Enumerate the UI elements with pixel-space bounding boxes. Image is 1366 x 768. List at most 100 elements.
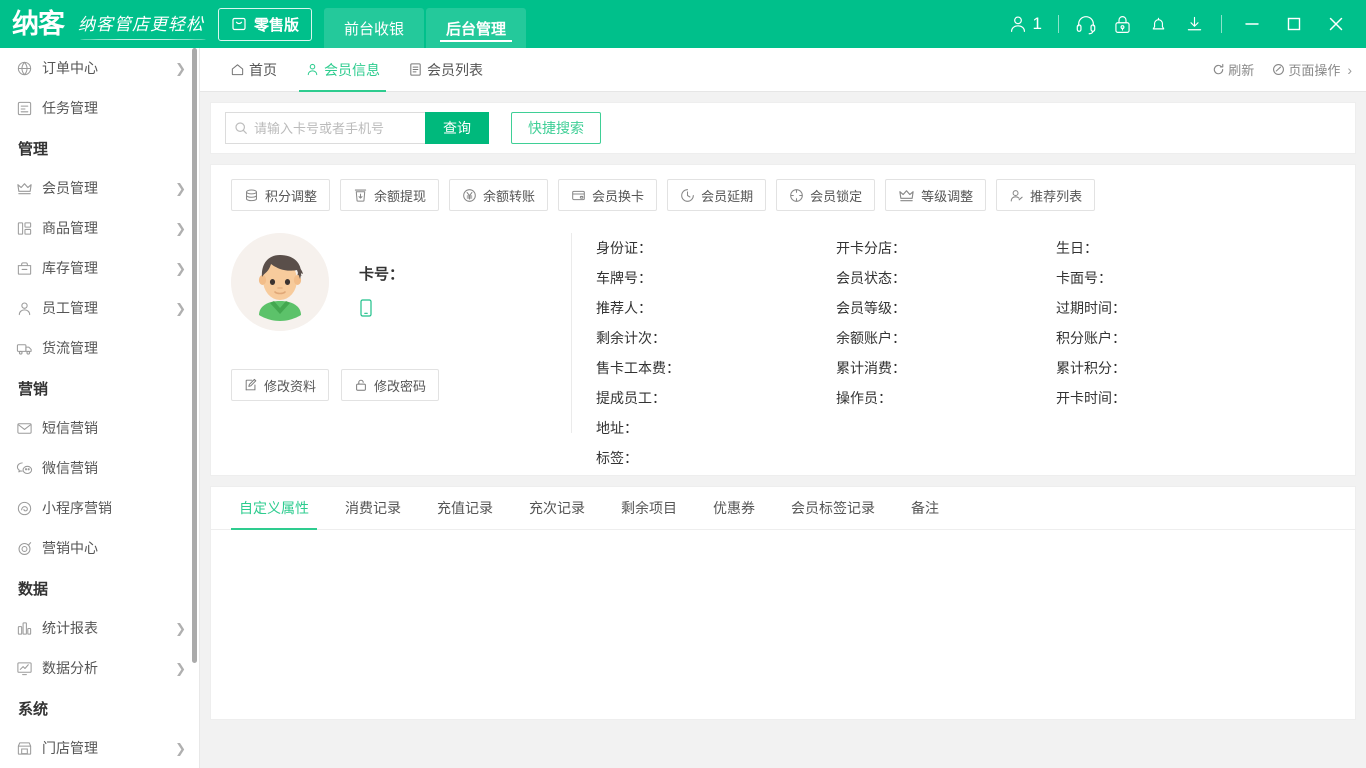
sidebar-item-7[interactable]: 货流管理 <box>0 328 200 368</box>
edit-profile-button[interactable]: 修改资料 <box>231 369 329 401</box>
field-label: 会员等级： <box>836 300 906 316</box>
person-add-icon <box>1009 188 1024 203</box>
download-icon[interactable] <box>1177 5 1211 43</box>
page-ops-label: 页面操作 <box>1288 60 1340 79</box>
detail-tab-4[interactable]: 剩余项目 <box>603 487 695 530</box>
sidebar-item-14[interactable]: 统计报表❯ <box>0 608 200 648</box>
action-button-6[interactable]: 等级调整 <box>885 179 986 211</box>
sidebar-item-label: 员工管理 <box>42 298 175 318</box>
page-operations-button[interactable]: 页面操作 › <box>1272 60 1352 79</box>
title-bar: 纳客 纳客管店更轻松 零售版 前台收银 后台管理 1 <box>0 0 1366 48</box>
field-row: 累计积分： <box>1056 353 1276 383</box>
tab-member-list[interactable]: 会员列表 <box>394 48 497 92</box>
lock-circle-icon <box>789 188 804 203</box>
field-label: 生日： <box>1056 240 1098 256</box>
field-label: 剩余计次： <box>596 330 666 346</box>
person-icon <box>14 298 34 318</box>
sidebar-scrollbar[interactable] <box>192 48 197 663</box>
lock-icon[interactable] <box>1105 5 1139 43</box>
shop-bag-icon <box>231 16 247 32</box>
maximize-button[interactable] <box>1274 2 1314 46</box>
sidebar-item-5[interactable]: 库存管理❯ <box>0 248 200 288</box>
mail-icon <box>14 418 34 438</box>
detail-tab-1[interactable]: 消费记录 <box>327 487 419 530</box>
target-icon <box>14 538 34 558</box>
withdraw-icon <box>353 188 368 203</box>
detail-tab-6[interactable]: 会员标签记录 <box>773 487 893 530</box>
sidebar-item-15[interactable]: 数据分析❯ <box>0 648 200 688</box>
mode-tab-cashier[interactable]: 前台收银 <box>324 8 424 48</box>
quick-search-button[interactable]: 快捷搜索 <box>511 112 601 144</box>
sidebar-item-4[interactable]: 商品管理❯ <box>0 208 200 248</box>
search-input-wrapper[interactable] <box>225 112 425 144</box>
action-button-2[interactable]: 余额转账 <box>449 179 548 211</box>
field-row: 地址： <box>596 413 836 443</box>
sidebar-item-0[interactable]: 订单中心❯ <box>0 48 200 88</box>
divider <box>1221 15 1222 33</box>
change-password-label: 修改密码 <box>374 376 426 395</box>
headset-icon[interactable] <box>1069 5 1103 43</box>
field-row: 卡面号： <box>1056 263 1276 293</box>
action-button-3[interactable]: 会员换卡 <box>558 179 657 211</box>
field-label: 过期时间： <box>1056 300 1126 316</box>
sidebar-item-label: 营销中心 <box>42 538 186 558</box>
sidebar-item-3[interactable]: 会员管理❯ <box>0 168 200 208</box>
action-button-1[interactable]: 余额提现 <box>340 179 439 211</box>
tab-home-label: 首页 <box>249 60 277 80</box>
sidebar-item-17[interactable]: 门店管理❯ <box>0 728 200 768</box>
sidebar-item-6[interactable]: 员工管理❯ <box>0 288 200 328</box>
action-button-label: 余额转账 <box>483 186 535 205</box>
search-icon <box>234 121 248 135</box>
field-row: 操作员： <box>836 383 1056 413</box>
close-button[interactable] <box>1316 2 1356 46</box>
detail-tab-5[interactable]: 优惠券 <box>695 487 773 530</box>
detail-tab-7[interactable]: 备注 <box>893 487 957 530</box>
chevron-right-icon: ❯ <box>175 62 186 75</box>
field-label: 卡面号： <box>1056 270 1112 286</box>
sidebar-item-9[interactable]: 短信营销 <box>0 408 200 448</box>
action-button-label: 会员锁定 <box>810 186 862 205</box>
sidebar-item-1[interactable]: 任务管理 <box>0 88 200 128</box>
change-password-button[interactable]: 修改密码 <box>341 369 439 401</box>
sidebar-item-12[interactable]: 营销中心 <box>0 528 200 568</box>
action-button-label: 会员延期 <box>701 186 753 205</box>
search-input[interactable] <box>254 121 417 136</box>
member-detail-card: 积分调整余额提现 余额转账 会员换卡 会员延期 会员锁定 等级调整推荐列表 <box>210 164 1356 476</box>
retail-version-badge[interactable]: 零售版 <box>218 8 312 41</box>
yuan-icon <box>462 188 477 203</box>
field-row: 余额账户： <box>836 323 1056 353</box>
divider <box>1058 15 1059 33</box>
globe-icon <box>14 58 34 78</box>
detail-tab-3[interactable]: 充次记录 <box>511 487 603 530</box>
sidebar-item-label: 任务管理 <box>42 98 186 118</box>
logo-text: 纳客 <box>12 11 64 38</box>
member-action-buttons: 积分调整余额提现 余额转账 会员换卡 会员延期 会员锁定 等级调整推荐列表 <box>211 179 1355 211</box>
chevron-right-icon: ❯ <box>175 182 186 195</box>
sidebar-item-label: 短信营销 <box>42 418 186 438</box>
field-label: 累计积分： <box>1056 360 1126 376</box>
action-button-5[interactable]: 会员锁定 <box>776 179 875 211</box>
query-button[interactable]: 查询 <box>425 112 489 144</box>
minimize-button[interactable] <box>1232 2 1272 46</box>
tab-member-info[interactable]: 会员信息 <box>291 48 394 92</box>
detail-tab-0[interactable]: 自定义属性 <box>221 487 327 530</box>
wechat-icon <box>14 458 34 478</box>
field-row: 提成员工： <box>596 383 836 413</box>
sidebar-item-11[interactable]: 小程序营销 <box>0 488 200 528</box>
refresh-button[interactable]: 刷新 <box>1212 60 1254 79</box>
action-button-0[interactable]: 积分调整 <box>231 179 330 211</box>
action-button-4[interactable]: 会员延期 <box>667 179 766 211</box>
user-icon[interactable] <box>1001 5 1035 43</box>
sidebar-item-10[interactable]: 微信营销 <box>0 448 200 488</box>
profile-buttons: 修改资料 修改密码 <box>231 369 571 401</box>
sidebar-scroll-area: 订单中心❯任务管理管理会员管理❯商品管理❯库存管理❯员工管理❯货流管理营销短信营… <box>0 48 200 768</box>
action-button-7[interactable]: 推荐列表 <box>996 179 1095 211</box>
field-label: 标签： <box>596 450 638 466</box>
field-row: 会员状态： <box>836 263 1056 293</box>
field-row: 生日： <box>1056 233 1276 263</box>
mode-tab-admin[interactable]: 后台管理 <box>426 8 526 48</box>
bell-icon[interactable] <box>1141 5 1175 43</box>
sidebar-item-label: 会员管理 <box>42 178 175 198</box>
detail-tab-2[interactable]: 充值记录 <box>419 487 511 530</box>
tab-home[interactable]: 首页 <box>216 48 291 92</box>
